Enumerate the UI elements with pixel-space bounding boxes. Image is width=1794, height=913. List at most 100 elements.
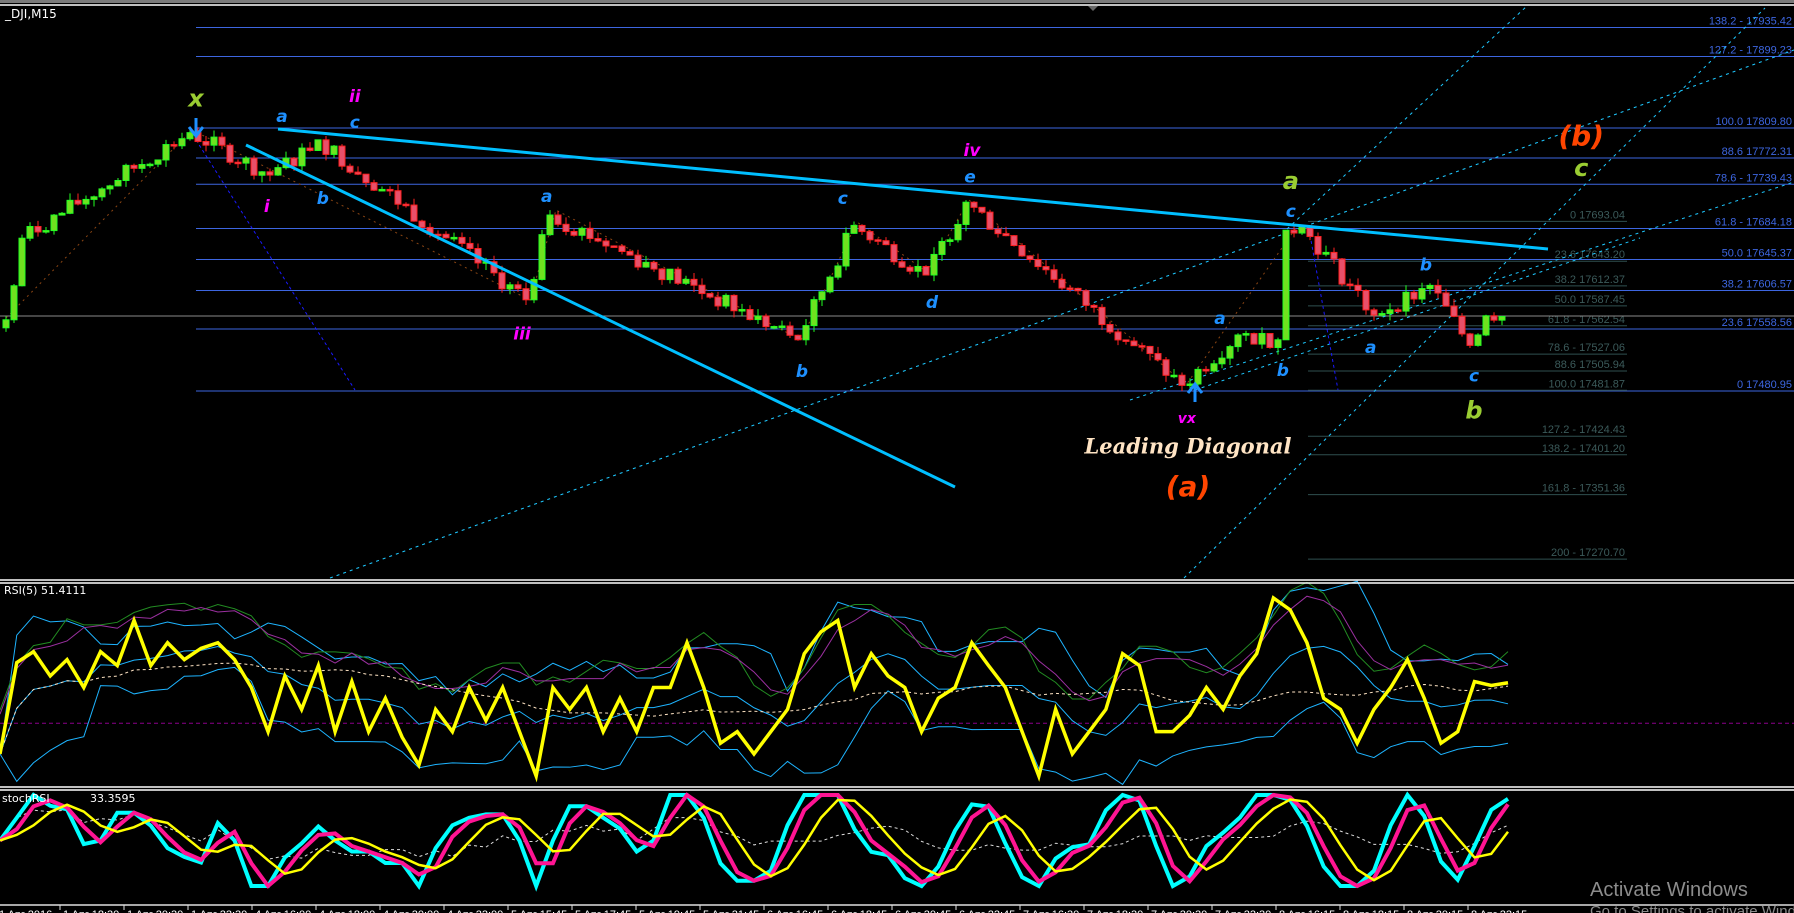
time-axis-label: 5 Apr 21:45 bbox=[703, 909, 759, 913]
candle-body bbox=[1362, 289, 1370, 311]
candle-body bbox=[1338, 258, 1346, 285]
candle-body bbox=[1330, 251, 1338, 260]
candle-body bbox=[210, 136, 218, 146]
candlestick[interactable] bbox=[1338, 257, 1346, 287]
candlestick[interactable] bbox=[338, 144, 346, 170]
wave-label: c bbox=[1286, 202, 1296, 222]
time-axis-label: 7 Apr 20:30 bbox=[1151, 909, 1207, 913]
candle-body bbox=[242, 157, 250, 164]
time-axis-label: 5 Apr 17:45 bbox=[575, 909, 631, 913]
fib-inner-level-label: 127.2 - 17424.43 bbox=[1542, 424, 1625, 436]
candle-body bbox=[378, 188, 386, 192]
candle-body bbox=[498, 272, 506, 290]
candlestick[interactable] bbox=[674, 266, 682, 285]
candle-body bbox=[562, 223, 570, 232]
fib-outer-level-label: 138.2 - 17935.42 bbox=[1709, 16, 1792, 28]
candle-body bbox=[1234, 334, 1242, 348]
time-axis-label: 7 Apr 22:30 bbox=[1215, 909, 1271, 913]
candlestick[interactable] bbox=[314, 139, 322, 152]
candle-body bbox=[1082, 290, 1090, 306]
candlestick[interactable] bbox=[1018, 243, 1026, 257]
candle-body bbox=[370, 182, 378, 191]
time-axis-label: 1 Apr 18:30 bbox=[63, 909, 119, 913]
candle-body bbox=[274, 167, 282, 176]
candlestick[interactable] bbox=[1282, 229, 1290, 341]
candlestick[interactable] bbox=[842, 227, 850, 271]
stochrsi-value: 33.3595 bbox=[90, 792, 136, 805]
candlestick[interactable] bbox=[610, 245, 618, 248]
time-axis-label: 6 Apr 16:45 bbox=[767, 909, 823, 913]
candlestick[interactable] bbox=[1266, 333, 1274, 349]
candle-body bbox=[1258, 333, 1266, 345]
fib-inner-level-label: 100.0 17481.87 bbox=[1549, 378, 1625, 390]
candlestick[interactable] bbox=[18, 234, 26, 287]
candle-body bbox=[1042, 266, 1050, 271]
candle-body bbox=[234, 161, 242, 165]
time-axis-label: 1 Apr 22:30 bbox=[191, 909, 247, 913]
candle-body bbox=[1010, 235, 1018, 247]
candlestick[interactable] bbox=[226, 142, 234, 165]
time-axis-label: 5 Apr 15:45 bbox=[511, 909, 567, 913]
fib-outer-level-label: 88.6 17772.31 bbox=[1722, 146, 1792, 158]
candle-body bbox=[834, 265, 842, 278]
candle-body bbox=[1426, 284, 1434, 290]
candle-body bbox=[506, 284, 514, 290]
candle-body bbox=[1322, 251, 1330, 255]
time-axis-label: 4 Apr 20:00 bbox=[383, 909, 439, 913]
candlestick[interactable] bbox=[538, 229, 546, 281]
fib-inner-level-label: 88.6 17505.94 bbox=[1555, 359, 1625, 371]
candlestick[interactable] bbox=[1250, 332, 1258, 345]
candle-body bbox=[146, 163, 154, 167]
candle-body bbox=[746, 309, 754, 321]
candle-body bbox=[1146, 345, 1154, 355]
activate-windows-title: Activate Windows bbox=[1590, 879, 1748, 901]
candle-body bbox=[1434, 284, 1442, 294]
candle-body bbox=[1050, 269, 1058, 280]
candlestick[interactable] bbox=[986, 209, 994, 230]
candle-body bbox=[914, 265, 922, 272]
time-axis-label: 1 Apr 20:30 bbox=[127, 909, 183, 913]
candlestick[interactable] bbox=[1010, 235, 1018, 247]
candlestick[interactable] bbox=[890, 241, 898, 266]
candle-body bbox=[1002, 233, 1010, 237]
candlestick[interactable] bbox=[1474, 333, 1482, 347]
candle-body bbox=[1442, 292, 1450, 307]
candle-body bbox=[298, 147, 306, 167]
candle-body bbox=[354, 171, 362, 175]
candle-body bbox=[1210, 363, 1218, 372]
time-axis-label: 4 Apr 16:00 bbox=[255, 909, 311, 913]
candlestick[interactable] bbox=[922, 265, 930, 276]
candle-body bbox=[18, 237, 26, 287]
candlestick[interactable] bbox=[1482, 314, 1490, 337]
candle-body bbox=[410, 204, 418, 222]
candle-body bbox=[58, 212, 66, 216]
candle-body bbox=[570, 230, 578, 236]
fib-outer-level-label: 100.0 17809.80 bbox=[1716, 116, 1792, 128]
candle-body bbox=[586, 227, 594, 240]
time-axis-label: 7 Apr 16:30 bbox=[1023, 909, 1079, 913]
candlestick[interactable] bbox=[834, 263, 842, 280]
candlestick[interactable] bbox=[530, 276, 538, 304]
candle-body bbox=[162, 144, 170, 161]
candle-body bbox=[1178, 374, 1186, 386]
candle-body bbox=[1090, 304, 1098, 308]
candlestick[interactable] bbox=[1466, 332, 1474, 348]
candle-body bbox=[106, 185, 114, 190]
candle-body bbox=[946, 239, 954, 242]
candle-body bbox=[42, 230, 50, 233]
candle-body bbox=[554, 214, 562, 225]
trading-chart[interactable]: 138.2 - 17935.42 127.2 - 17899.23 100.0 17… bbox=[0, 0, 1794, 913]
candle-body bbox=[290, 157, 298, 167]
candle-body bbox=[1202, 368, 1210, 372]
time-axis-label: 8 Apr 18:15 bbox=[1343, 909, 1399, 913]
candlestick[interactable] bbox=[10, 284, 18, 323]
wave-label: a bbox=[1214, 309, 1225, 329]
candle-body bbox=[922, 265, 930, 276]
candlestick[interactable] bbox=[722, 293, 730, 309]
candle-body bbox=[714, 296, 722, 307]
candlestick[interactable] bbox=[1458, 313, 1466, 337]
candle-body bbox=[442, 233, 450, 239]
candlestick[interactable] bbox=[826, 275, 834, 294]
candlestick[interactable] bbox=[794, 334, 802, 341]
fib-inner-level-label: 138.2 - 17401.20 bbox=[1542, 443, 1625, 455]
